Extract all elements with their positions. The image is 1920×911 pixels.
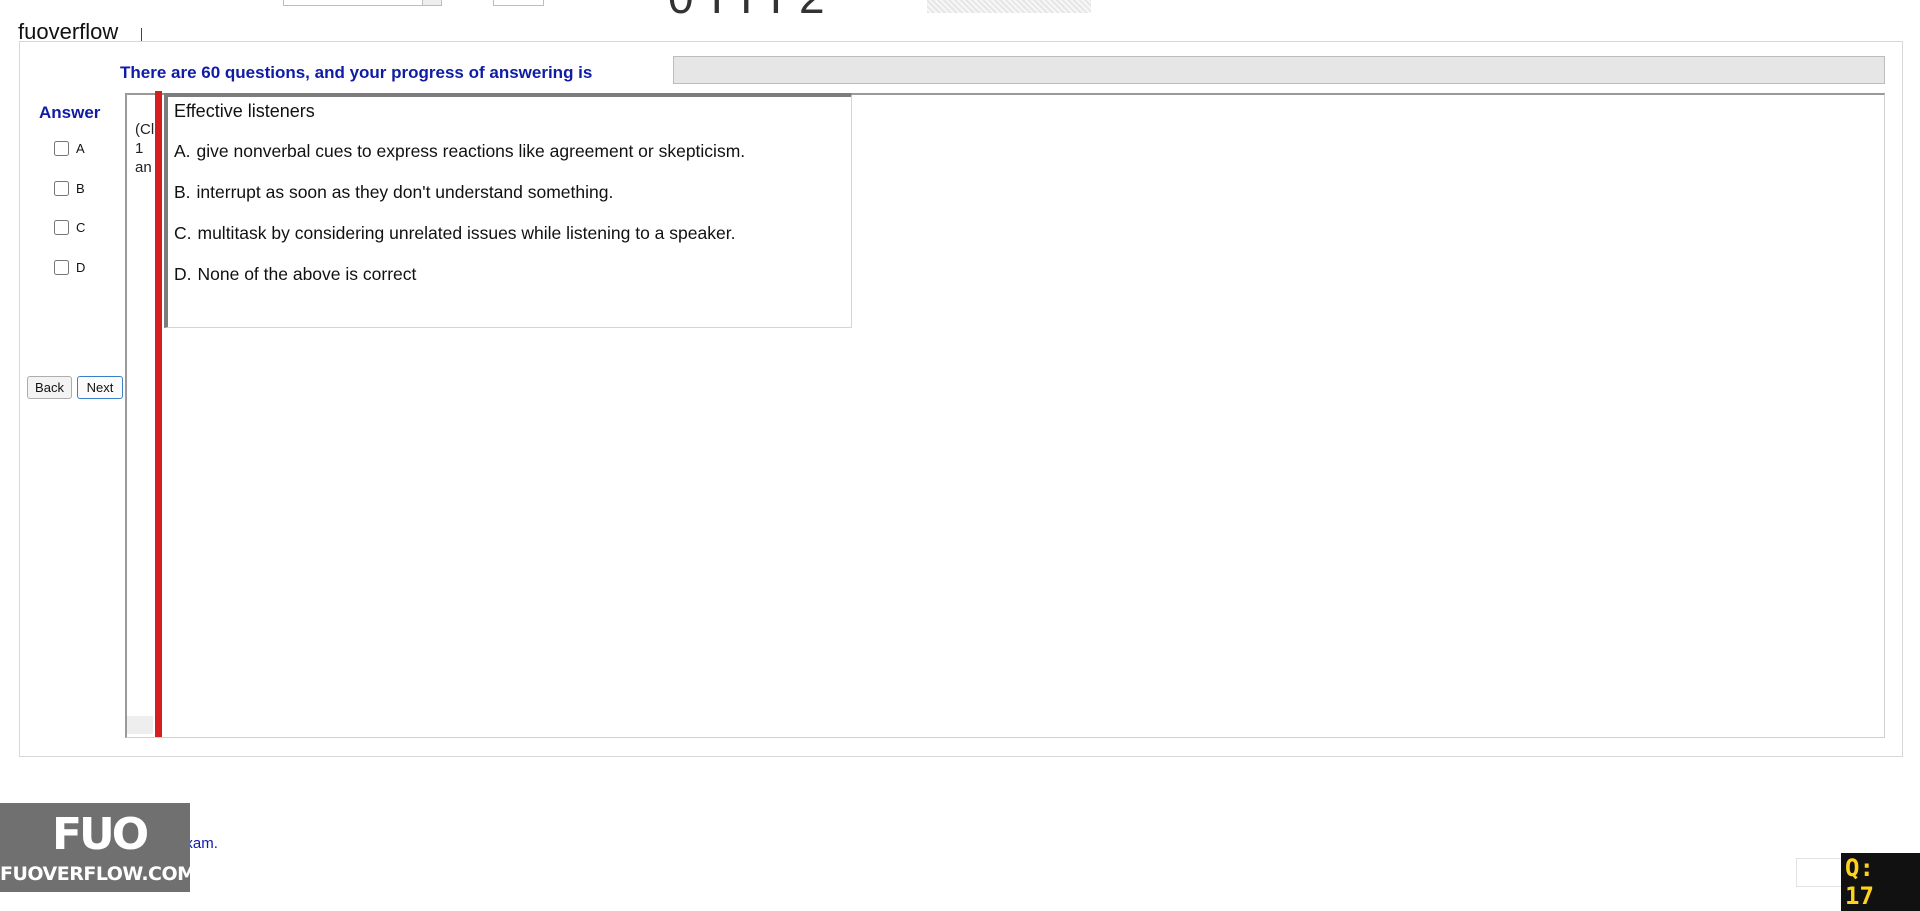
choice-letter: B. bbox=[174, 182, 191, 202]
next-button[interactable]: Next bbox=[77, 376, 123, 399]
top-toolbar-strip: 0 I I I 2 bbox=[0, 0, 1920, 16]
answer-option-d[interactable]: D bbox=[54, 260, 85, 275]
fuoverflow-logo: FUO FUOVERFLOW.COM bbox=[0, 803, 190, 892]
question-box: Effective listeners A. give nonverbal cue… bbox=[164, 93, 852, 328]
answer-checkbox-d[interactable] bbox=[54, 260, 69, 275]
question-stem: Effective listeners bbox=[174, 101, 315, 121]
choice-letter: C. bbox=[174, 223, 192, 243]
progress-bar bbox=[673, 56, 1885, 84]
answer-checkbox-a[interactable] bbox=[54, 141, 69, 156]
top-small-box[interactable] bbox=[493, 0, 544, 6]
back-button[interactable]: Back bbox=[27, 376, 72, 399]
choice-letter: D. bbox=[174, 264, 192, 284]
answer-option-c[interactable]: C bbox=[54, 220, 85, 235]
top-select[interactable] bbox=[283, 0, 442, 6]
answer-checkbox-c[interactable] bbox=[54, 220, 69, 235]
answer-option-label: D bbox=[76, 260, 86, 275]
top-hatched-area bbox=[927, 0, 1091, 13]
answer-checkbox-b[interactable] bbox=[54, 181, 69, 196]
answer-option-a[interactable]: A bbox=[54, 141, 85, 156]
choice-text: multitask by considering unrelated issue… bbox=[197, 223, 736, 243]
scrollbar-corner[interactable] bbox=[127, 716, 153, 734]
question-choice-d: D. None of the above is correct bbox=[174, 264, 416, 285]
answer-option-label: A bbox=[76, 141, 85, 156]
choice-text: interrupt as soon as they don't understa… bbox=[196, 182, 614, 202]
chevron-down-icon[interactable] bbox=[422, 0, 441, 5]
answer-option-label: C bbox=[76, 220, 86, 235]
progress-label: There are 60 questions, and your progres… bbox=[120, 63, 593, 82]
choice-letter: A. bbox=[174, 141, 191, 161]
question-choice-a: A. give nonverbal cues to express reactio… bbox=[174, 141, 745, 162]
counter-box bbox=[1796, 858, 1843, 887]
logo-text: FUOVERFLOW.COM bbox=[0, 863, 190, 885]
top-big-text: 0 I I I 2 bbox=[668, 0, 827, 16]
answer-option-label: B bbox=[76, 181, 85, 196]
question-panel-side-text: (Cl 1 an bbox=[135, 121, 155, 176]
choice-text: give nonverbal cues to express reactions… bbox=[196, 141, 746, 161]
red-marker-line bbox=[155, 91, 162, 737]
logo-mark: FUO bbox=[52, 809, 149, 860]
answer-title: Answer bbox=[39, 103, 101, 122]
choice-text: None of the above is correct bbox=[197, 264, 417, 284]
question-choice-c: C. multitask by considering unrelated iss… bbox=[174, 223, 735, 244]
question-choice-b: B. interrupt as soon as they don't unders… bbox=[174, 182, 613, 203]
question-counter: Q: 17 bbox=[1841, 853, 1920, 911]
answer-option-b[interactable]: B bbox=[54, 181, 85, 196]
